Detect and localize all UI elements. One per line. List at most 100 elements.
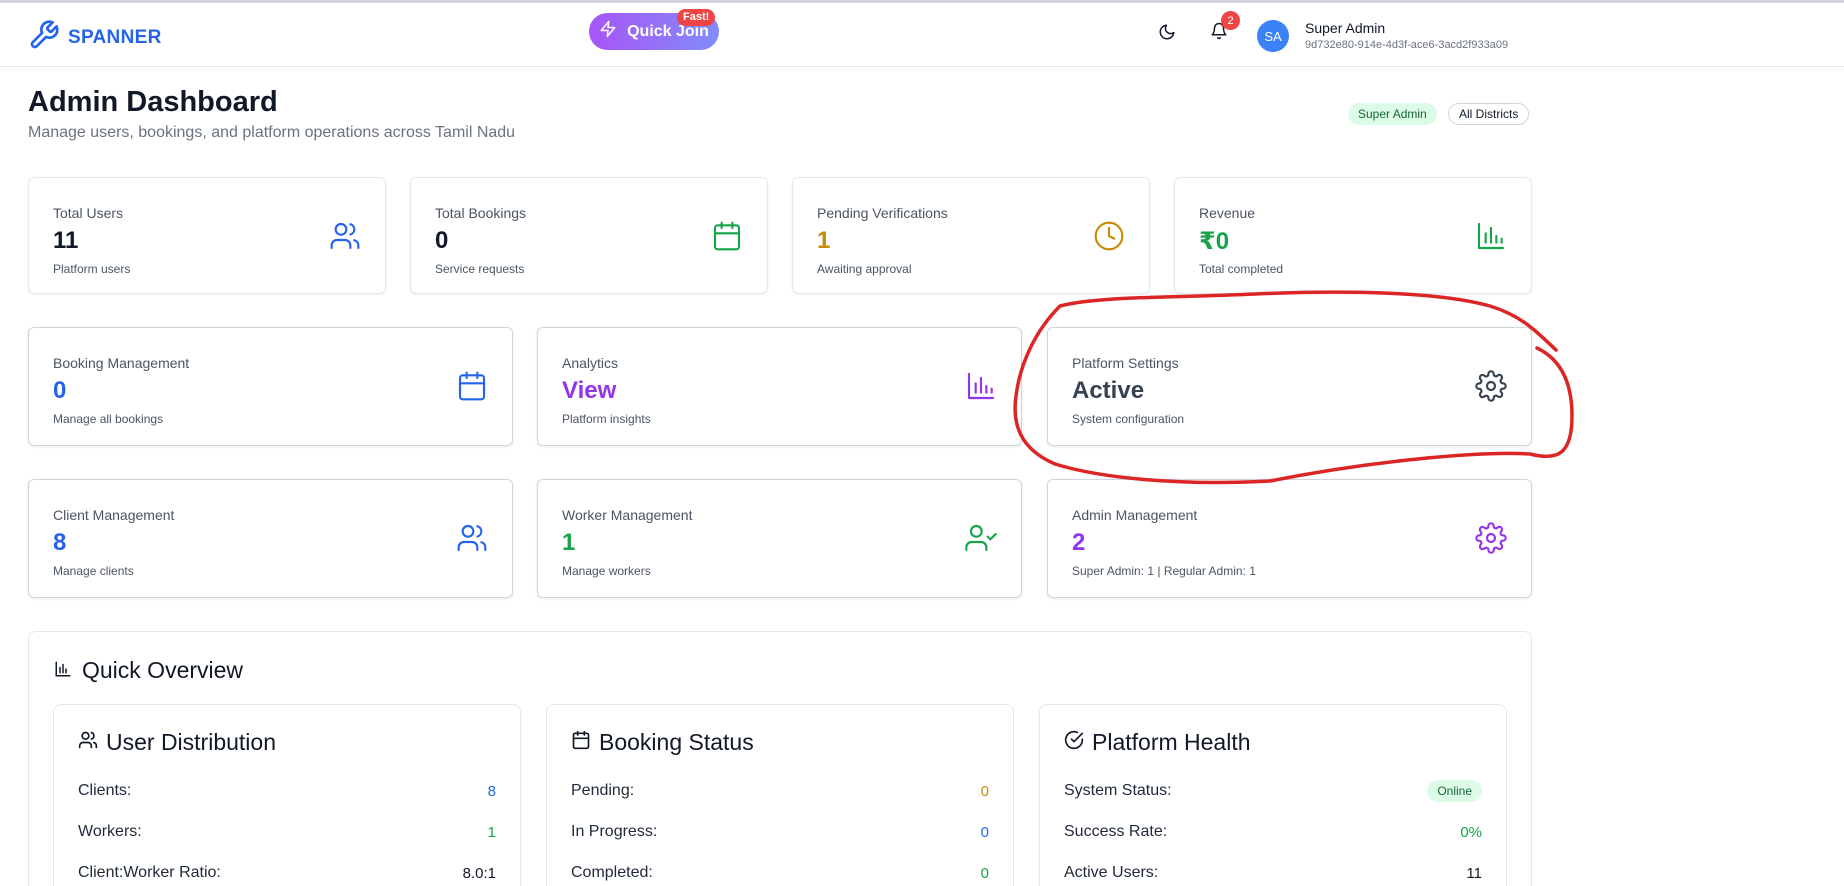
fast-badge: Fast!: [677, 9, 716, 26]
stat-row-clients: Clients: 8: [78, 779, 496, 803]
avatar[interactable]: SA: [1257, 20, 1289, 52]
row-value: 8.0:1: [462, 864, 496, 882]
bar-chart-icon: [54, 657, 72, 684]
module-card-analytics[interactable]: Analytics View Platform insights: [537, 327, 1022, 446]
row-label: Active Users:: [1064, 864, 1159, 881]
stat-row-success-rate: Success Rate: 0%: [1064, 820, 1482, 844]
module-label: Booking Management: [53, 355, 190, 371]
module-card-booking-management[interactable]: Booking Management 0 Manage all bookings: [28, 327, 513, 446]
booking-status-title: Booking Status: [571, 729, 754, 756]
bar-chart-icon: [1475, 220, 1507, 252]
module-value: 0: [53, 377, 67, 404]
module-value: 2: [1072, 529, 1086, 556]
stat-desc: Awaiting approval: [817, 262, 912, 276]
row-label: System Status:: [1064, 782, 1172, 799]
stat-card-total-bookings: Total Bookings 0 Service requests: [410, 177, 768, 294]
gear-icon: [1475, 370, 1507, 402]
stat-label: Total Bookings: [435, 205, 527, 221]
stat-row-pending: Pending: 0: [571, 779, 989, 803]
users-icon: [329, 220, 361, 252]
user-name: Super Admin: [1305, 20, 1386, 36]
module-card-client-management[interactable]: Client Management 8 Manage clients: [28, 479, 513, 598]
module-card-admin-management[interactable]: Admin Management 2 Super Admin: 1 | Regu…: [1047, 479, 1532, 598]
row-label: Client:Worker Ratio:: [78, 864, 221, 881]
row-value: 1: [487, 823, 496, 841]
module-card-platform-settings[interactable]: Platform Settings Active System configur…: [1047, 327, 1532, 446]
stat-card-revenue: Revenue ₹0 Total completed: [1174, 177, 1532, 294]
platform-health-label: Platform Health: [1092, 729, 1251, 755]
gear-icon: [1475, 522, 1507, 554]
module-desc: System configuration: [1072, 412, 1185, 426]
stat-value: ₹0: [1199, 228, 1230, 255]
row-label: In Progress:: [571, 823, 658, 840]
row-label: Completed:: [571, 864, 653, 881]
module-desc: Manage all bookings: [53, 412, 164, 426]
users-icon: [456, 522, 488, 554]
row-value: 11: [1466, 864, 1482, 882]
row-label: Clients:: [78, 782, 132, 799]
row-value: 0%: [1460, 823, 1482, 841]
module-label: Admin Management: [1072, 507, 1198, 523]
theme-toggle-moon-icon[interactable]: [1158, 23, 1180, 45]
stat-desc: Service requests: [435, 262, 525, 276]
row-label: Workers:: [78, 823, 142, 840]
role-badge: Super Admin: [1348, 103, 1437, 125]
stat-row-system-status: System Status: Online: [1064, 779, 1482, 803]
lightning-icon: [599, 20, 617, 43]
stat-value: 11: [53, 227, 79, 254]
online-status-badge: Online: [1427, 780, 1482, 802]
user-distribution-label: User Distribution: [106, 729, 276, 755]
row-label: Pending:: [571, 782, 635, 799]
user-id: 9d732e80-914e-4d3f-ace6-3acd2f933a09: [1305, 39, 1509, 51]
top-header: SPANNER: [0, 3, 1844, 67]
stat-label: Revenue: [1199, 205, 1256, 221]
check-circle-icon: [1064, 729, 1084, 756]
row-value: 0: [980, 823, 989, 841]
module-label: Client Management: [53, 507, 175, 523]
notification-count-badge: 2: [1221, 11, 1240, 30]
stat-label: Pending Verifications: [817, 205, 948, 221]
app-name: SPANNER: [68, 26, 162, 48]
row-value: 0: [980, 864, 989, 882]
stat-desc: Platform users: [53, 262, 131, 276]
module-value: 8: [53, 529, 67, 556]
user-check-icon: [965, 522, 997, 554]
bar-chart-icon: [965, 370, 997, 402]
module-value: 1: [562, 529, 576, 556]
row-value: 8: [487, 782, 496, 800]
booking-status-card: Booking Status Pending: 0 In Progress: 0…: [546, 704, 1014, 886]
row-value: 0: [980, 782, 989, 800]
module-card-worker-management[interactable]: Worker Management 1 Manage workers: [537, 479, 1022, 598]
page-subtitle: Manage users, bookings, and platform ope…: [28, 124, 516, 141]
calendar-icon: [711, 220, 743, 252]
module-label: Analytics: [562, 355, 619, 371]
module-label: Worker Management: [562, 507, 693, 523]
booking-status-label: Booking Status: [599, 729, 754, 755]
page-title: Admin Dashboard: [28, 86, 278, 118]
stat-row-active-users: Active Users: 11: [1064, 861, 1482, 885]
clock-icon: [1093, 220, 1125, 252]
stat-desc: Total completed: [1199, 262, 1284, 276]
module-desc: Manage workers: [562, 564, 651, 578]
module-label: Platform Settings: [1072, 355, 1179, 371]
calendar-icon: [571, 729, 591, 756]
stat-row-ratio: Client:Worker Ratio: 8.0:1: [78, 861, 496, 885]
quick-overview-title: Quick Overview: [54, 657, 243, 684]
module-value: View: [562, 377, 617, 404]
platform-health-title: Platform Health: [1064, 729, 1251, 756]
district-badge: All Districts: [1448, 103, 1530, 125]
stat-row-in-progress: In Progress: 0: [571, 820, 989, 844]
user-distribution-card: User Distribution Clients: 8 Workers: 1 …: [53, 704, 521, 886]
module-desc: Platform insights: [562, 412, 651, 426]
stat-row-completed: Completed: 0: [571, 861, 989, 885]
logo[interactable]: SPANNER: [28, 19, 162, 56]
platform-health-card: Platform Health System Status: Online Su…: [1039, 704, 1507, 886]
stat-value: 1: [817, 227, 831, 254]
wrench-icon: [28, 19, 60, 56]
stat-label: Total Users: [53, 205, 124, 221]
module-value: Active: [1072, 377, 1145, 404]
stat-card-pending-verifications: Pending Verifications 1 Awaiting approva…: [792, 177, 1150, 294]
stat-value: 0: [435, 227, 449, 254]
calendar-icon: [456, 370, 488, 402]
module-desc: Super Admin: 1 | Regular Admin: 1: [1072, 564, 1256, 578]
